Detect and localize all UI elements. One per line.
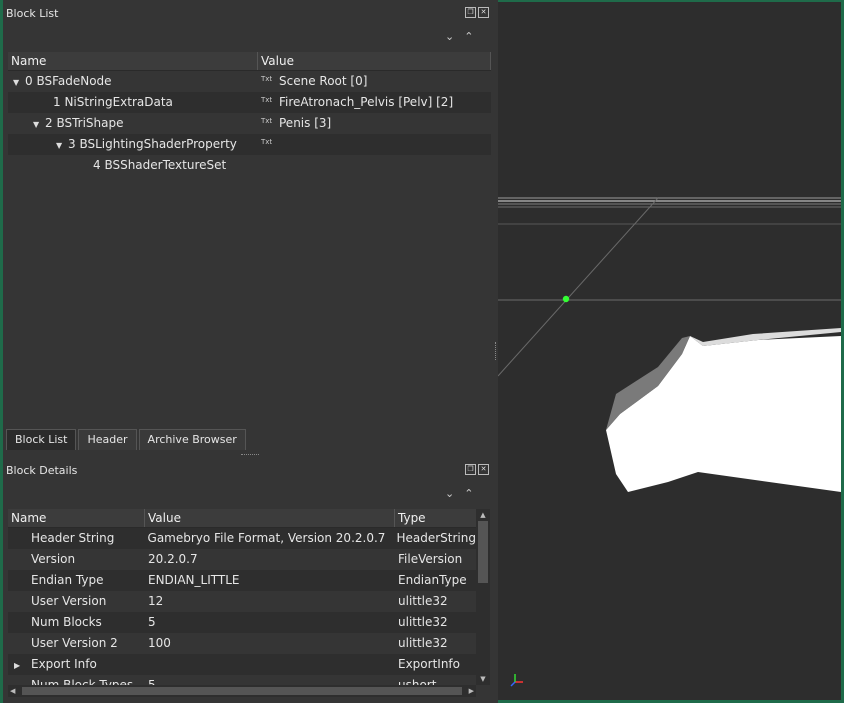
expand-all-icon[interactable]: ⌄	[445, 487, 454, 500]
dock-tabs: Block List Header Archive Browser	[6, 429, 248, 450]
block-list-arrows: ⌄ ⌃	[445, 30, 473, 43]
table-row[interactable]: Version 20.2.0.7 FileVersion	[8, 549, 476, 570]
txt-badge: Txt	[261, 75, 273, 83]
scroll-left-icon[interactable]: ◀	[10, 685, 15, 697]
block-details-table[interactable]: Name Value Type Header String Gamebryo Fi…	[8, 509, 476, 685]
column-value[interactable]: Value	[145, 509, 395, 527]
tree-row[interactable]: 4 BSShaderTextureSet	[8, 155, 491, 176]
column-type[interactable]: Type	[395, 509, 476, 527]
column-name[interactable]: Name	[8, 509, 145, 527]
table-row[interactable]: Header String Gamebryo File Format, Versi…	[8, 528, 476, 549]
float-icon[interactable]: ❐	[465, 464, 476, 475]
table-row[interactable]: Num Blocks 5 ulittle32	[8, 612, 476, 633]
collapse-all-icon[interactable]: ⌃	[464, 30, 473, 43]
collapse-all-icon[interactable]: ⌃	[464, 487, 473, 500]
tree-row[interactable]: ▼ 2 BSTriShape Txt Penis [3]	[8, 113, 491, 134]
block-list-title: Block List	[6, 7, 59, 20]
details-vertical-scrollbar[interactable]: ▲ ▼	[476, 509, 490, 685]
scrollbar-thumb[interactable]	[478, 521, 488, 583]
triangle-right-icon[interactable]: ▶	[14, 655, 31, 676]
axis-gizmo-icon	[510, 674, 523, 687]
scroll-up-icon[interactable]: ▲	[476, 509, 490, 521]
column-value[interactable]: Value	[258, 52, 491, 70]
table-row[interactable]: Endian Type ENDIAN_LITTLE EndianType	[8, 570, 476, 591]
triangle-down-icon[interactable]: ▼	[56, 135, 68, 156]
close-icon[interactable]: ✕	[478, 464, 489, 475]
block-details-title: Block Details	[6, 464, 78, 477]
tab-archive-browser[interactable]: Archive Browser	[138, 429, 246, 450]
block-tree[interactable]: Name Value ▼ 0 BSFadeNode Txt Scene Root […	[8, 52, 491, 176]
tab-header[interactable]: Header	[78, 429, 137, 450]
tree-row[interactable]: ▼ 3 BSLightingShaderProperty Txt	[8, 134, 491, 155]
green-point-icon	[562, 295, 570, 303]
panel-splitter-handle[interactable]	[241, 454, 259, 455]
left-dock: Block List ❐ ✕ ⌄ ⌃ Name Value ▼ 0 BSFadeN…	[3, 0, 494, 703]
txt-badge: Txt	[261, 138, 273, 146]
tree-row[interactable]: ▼ 0 BSFadeNode Txt Scene Root [0]	[8, 71, 491, 92]
scene-render	[498, 197, 841, 687]
details-header: Name Value Type	[8, 509, 476, 528]
table-row[interactable]: ▶ Export Info ExportInfo	[8, 654, 476, 675]
table-row[interactable]: Num Block Types 5 ushort	[8, 675, 476, 685]
3d-viewport[interactable]	[498, 2, 841, 700]
tree-row[interactable]: 1 NiStringExtraData Txt FireAtronach_Pelv…	[8, 92, 491, 113]
column-name[interactable]: Name	[8, 52, 258, 70]
expand-all-icon[interactable]: ⌄	[445, 30, 454, 43]
block-details-title-buttons: ❐ ✕	[465, 464, 489, 475]
scrollbar-thumb[interactable]	[22, 687, 462, 695]
txt-badge: Txt	[261, 117, 273, 125]
scroll-down-icon[interactable]: ▼	[476, 673, 490, 685]
triangle-down-icon[interactable]: ▼	[13, 72, 25, 93]
details-horizontal-scrollbar[interactable]: ◀ ▶	[8, 685, 476, 697]
close-icon[interactable]: ✕	[478, 7, 489, 18]
block-details-arrows: ⌄ ⌃	[445, 487, 473, 500]
table-row[interactable]: User Version 2 100 ulittle32	[8, 633, 476, 654]
block-tree-header: Name Value	[8, 52, 491, 71]
block-list-title-buttons: ❐ ✕	[465, 7, 489, 18]
txt-badge: Txt	[261, 96, 273, 104]
table-row[interactable]: User Version 12 ulittle32	[8, 591, 476, 612]
tab-block-list[interactable]: Block List	[6, 429, 77, 450]
float-icon[interactable]: ❐	[465, 7, 476, 18]
triangle-down-icon[interactable]: ▼	[33, 114, 45, 135]
scroll-right-icon[interactable]: ▶	[469, 685, 474, 697]
